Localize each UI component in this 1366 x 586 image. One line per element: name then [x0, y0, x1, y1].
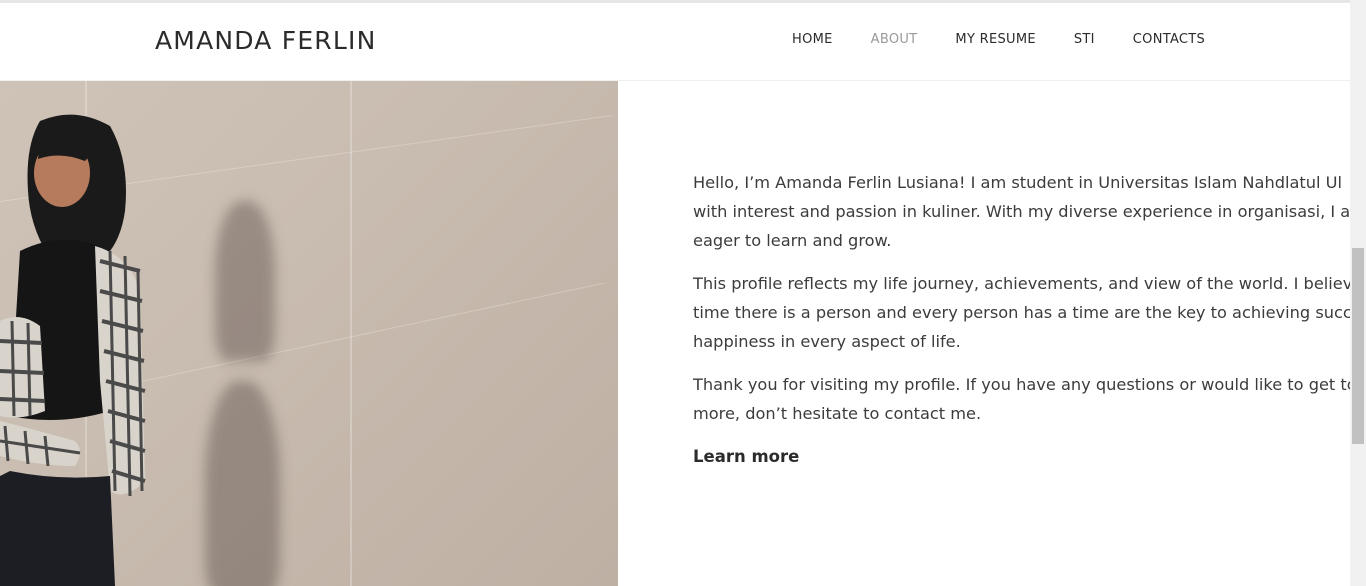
- site-header: AMANDA FERLIN HOME ABOUT MY RESUME STI C…: [0, 3, 1350, 81]
- learn-more-link[interactable]: Learn more: [693, 442, 799, 471]
- profile-photo: [0, 81, 618, 586]
- main-nav: HOME ABOUT MY RESUME STI CONTACTS: [792, 31, 1205, 49]
- paragraph-2-line-3: happiness in every aspect of life.: [693, 332, 961, 351]
- nav-item-contacts[interactable]: CONTACTS: [1133, 31, 1205, 49]
- page: AMANDA FERLIN HOME ABOUT MY RESUME STI C…: [0, 0, 1366, 586]
- site-logo[interactable]: AMANDA FERLIN: [155, 25, 376, 57]
- paragraph-2-line-1: This profile reflects my life journey, a…: [693, 274, 1350, 293]
- nav-item-about[interactable]: ABOUT: [871, 31, 918, 49]
- about-paragraph-2: This profile reflects my life journey, a…: [693, 269, 1350, 356]
- page-scrollbar[interactable]: [1350, 0, 1366, 586]
- nav-item-home[interactable]: HOME: [792, 31, 833, 49]
- paragraph-3-line-1: Thank you for visiting my profile. If yo…: [693, 375, 1350, 394]
- viewport: AMANDA FERLIN HOME ABOUT MY RESUME STI C…: [0, 0, 1350, 586]
- about-paragraph-3: Thank you for visiting my profile. If yo…: [693, 370, 1350, 428]
- paragraph-1-line-3: eager to learn and grow.: [693, 231, 892, 250]
- about-section: Hello, I’m Amanda Ferlin Lusiana! I am s…: [693, 168, 1350, 471]
- paragraph-3-line-2: more, don’t hesitate to contact me.: [693, 404, 982, 423]
- nav-item-sti[interactable]: STI: [1074, 31, 1095, 49]
- person-figure: [0, 114, 146, 586]
- scrollbar-thumb[interactable]: [1352, 248, 1364, 444]
- paragraph-2-line-2: time there is a person and every person …: [693, 303, 1350, 322]
- nav-item-my-resume[interactable]: MY RESUME: [955, 31, 1035, 49]
- paragraph-1-line-1: Hello, I’m Amanda Ferlin Lusiana! I am s…: [693, 173, 1342, 192]
- paragraph-1-line-2: with interest and passion in kuliner. Wi…: [693, 202, 1350, 221]
- about-paragraph-1: Hello, I’m Amanda Ferlin Lusiana! I am s…: [693, 168, 1350, 255]
